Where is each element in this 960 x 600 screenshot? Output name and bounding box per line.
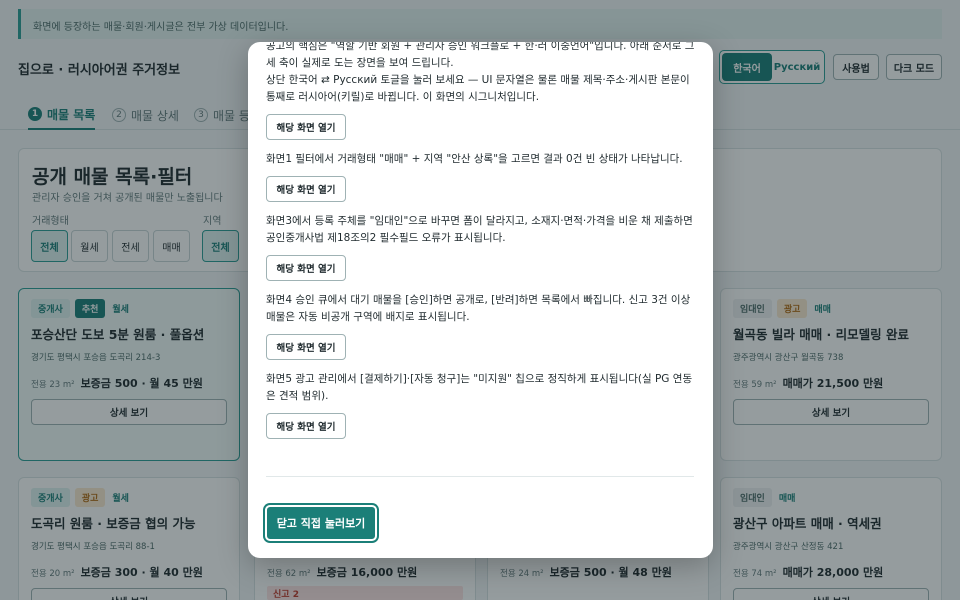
open-screen-button[interactable]: 해당 화면 열기 xyxy=(266,255,346,281)
guide-step-text: 상단 한국어 ⇄ Русский 토글을 눌러 보세요 — UI 문자열은 물론… xyxy=(266,74,690,103)
guide-step-text: 화면3에서 등록 주체를 "임대인"으로 바꾸면 폼이 달라지고, 소재지·면적… xyxy=(266,215,693,244)
open-screen-button[interactable]: 해당 화면 열기 xyxy=(266,114,346,140)
guide-step-text: 화면1 필터에서 거래형태 "매매" + 지역 "안산 상록"을 고르면 결과 … xyxy=(266,153,683,165)
guide-step-text: 화면5 광고 관리에서 [결제하기]·[자동 청구]는 "미지원" 칩으로 정직… xyxy=(266,373,693,402)
open-screen-button[interactable]: 해당 화면 열기 xyxy=(266,176,346,202)
open-screen-button[interactable]: 해당 화면 열기 xyxy=(266,413,346,439)
modal-scroll-area[interactable]: 공고의 핵심은 "역할 기반 회원 + 관리자 승인 워크플로 + 한·러 이중… xyxy=(248,42,713,482)
open-screen-button[interactable]: 해당 화면 열기 xyxy=(266,334,346,360)
close-modal-button[interactable]: 닫고 직접 눌러보기 xyxy=(265,505,377,541)
guide-intro-text: 공고의 핵심은 "역할 기반 회원 + 관리자 승인 워크플로 + 한·러 이중… xyxy=(266,42,695,69)
guide-modal: 공고의 핵심은 "역할 기반 회원 + 관리자 승인 워크플로 + 한·러 이중… xyxy=(248,42,713,558)
guide-step-text: 화면4 승인 큐에서 대기 매물을 [승인]하면 공개로, [반려]하면 목록에… xyxy=(266,294,691,323)
modal-divider xyxy=(266,476,694,477)
